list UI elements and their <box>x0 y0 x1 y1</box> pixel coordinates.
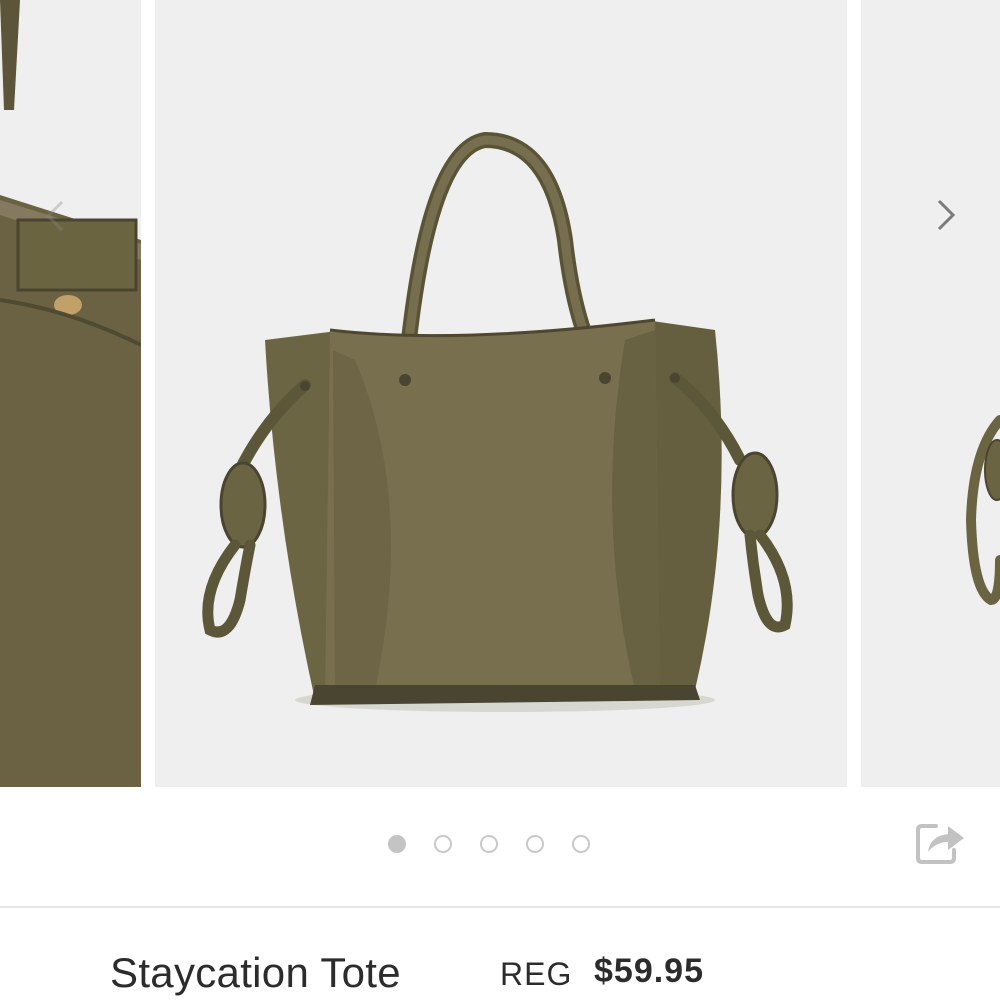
product-name: Staycation Tote <box>110 949 401 996</box>
carousel-dot-2[interactable] <box>434 835 452 853</box>
carousel-dot-4[interactable] <box>526 835 544 853</box>
carousel-slide-current[interactable] <box>155 0 847 787</box>
share-icon <box>916 824 964 864</box>
carousel-slide-previous[interactable] <box>0 0 141 787</box>
carousel-prev-button[interactable] <box>36 196 76 236</box>
carousel-dot-1[interactable] <box>388 835 406 853</box>
price-label: REG <box>500 956 573 992</box>
carousel-pagination <box>388 835 590 857</box>
tote-bag-image <box>155 0 847 787</box>
bag-detail-image <box>0 0 141 787</box>
share-button[interactable] <box>914 818 968 866</box>
section-divider <box>0 906 1000 908</box>
price-value: $59.95 <box>594 952 704 990</box>
product-image-carousel[interactable] <box>0 0 1000 790</box>
chevron-right-icon <box>937 199 956 231</box>
carousel-slide-next[interactable] <box>861 0 1000 787</box>
chevron-left-icon <box>45 200 64 232</box>
carousel-dot-3[interactable] <box>480 835 498 853</box>
carousel-dot-5[interactable] <box>572 835 590 853</box>
bag-side-image <box>861 0 1000 787</box>
carousel-next-button[interactable] <box>926 196 966 236</box>
